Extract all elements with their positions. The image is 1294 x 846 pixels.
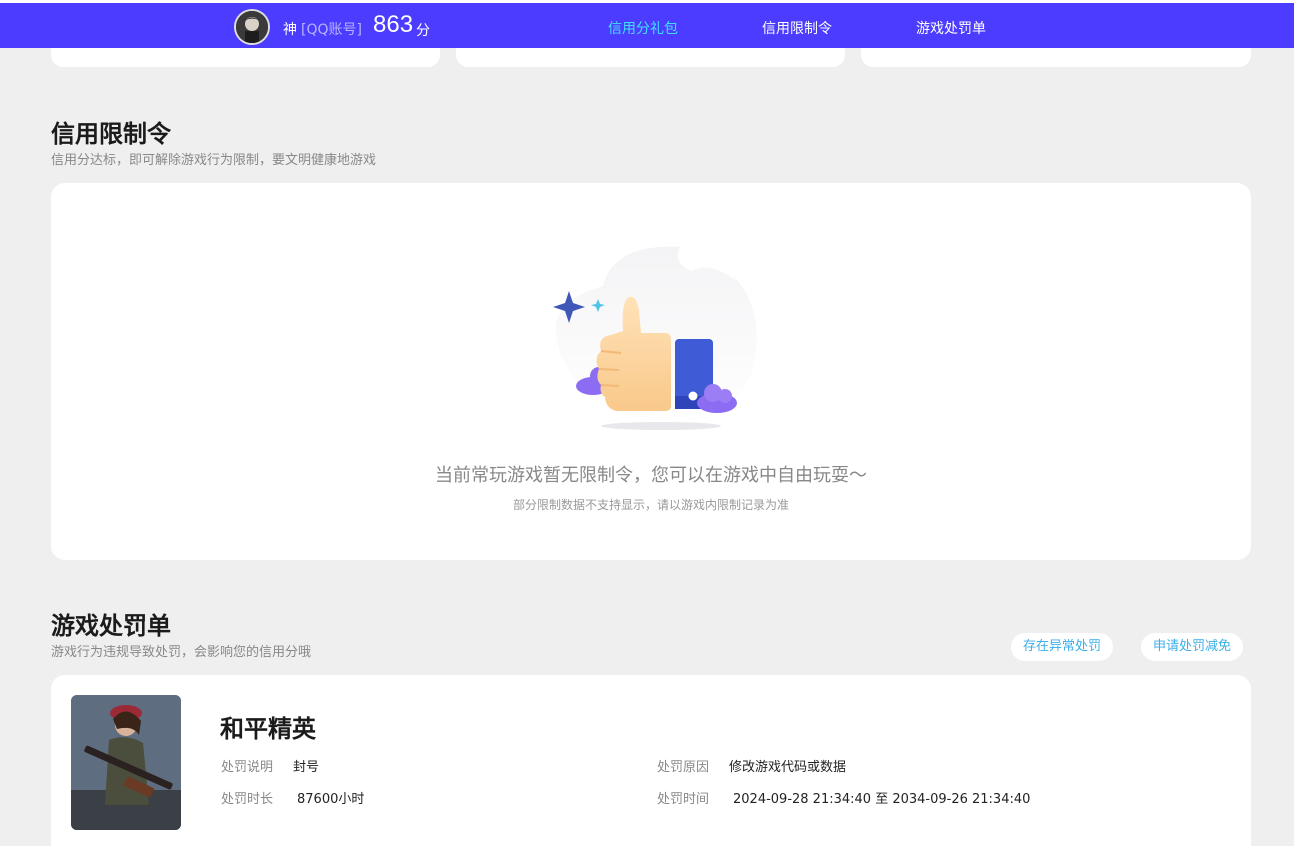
restriction-empty-card: 当前常玩游戏暂无限制令，您可以在游戏中自由玩耍～ 部分限制数据不支持显示，请以游… [51, 183, 1251, 560]
empty-state-note: 部分限制数据不支持显示，请以游戏内限制记录为准 [512, 498, 789, 512]
penalty-section-title: 游戏处罚单 [51, 612, 171, 640]
restriction-section-title: 信用限制令 [51, 120, 171, 148]
game-cover-image [71, 695, 181, 830]
tab-game-penalty[interactable]: 游戏处罚单 [916, 18, 986, 38]
penalty-duration-label: 处罚时长 [221, 792, 274, 807]
thumbs-up-icon [553, 246, 757, 430]
game-name: 和平精英 [220, 715, 316, 743]
gift-card-2[interactable] [456, 48, 845, 67]
top-nav-bar: 神 [QQ账号] 863 分 信用分礼包 信用限制令 游戏处罚单 [0, 0, 1294, 51]
penalty-reason-label: 处罚原因 [657, 760, 710, 775]
penalty-time-label: 处罚时间 [657, 792, 710, 807]
credit-score-unit: 分 [416, 23, 430, 39]
restriction-section-subtitle: 信用分达标，即可解除游戏行为限制，要文明健康地游戏 [51, 153, 377, 168]
empty-state-message: 当前常玩游戏暂无限制令，您可以在游戏中自由玩耍～ [435, 465, 867, 486]
credit-score: 863 [373, 11, 414, 38]
tab-credit-restriction[interactable]: 信用限制令 [762, 18, 832, 38]
penalty-section-subtitle: 游戏行为违规导致处罚，会影响您的信用分哦 [51, 645, 312, 660]
penalty-desc-value: 封号 [293, 760, 320, 775]
tab-credit-gift[interactable]: 信用分礼包 [608, 18, 678, 38]
account-type-tag: [QQ账号] [301, 22, 362, 38]
penalty-duration-value: 87600小时 [297, 792, 365, 807]
penalty-desc-label: 处罚说明 [221, 760, 274, 775]
user-name: 神 [283, 22, 297, 38]
appeal-penalty-button[interactable]: 申请处罚减免 [1141, 633, 1244, 661]
gift-card-3[interactable] [861, 48, 1251, 67]
penalty-time-value: 2024-09-28 21:34:40 至 2034-09-26 21:34:4… [733, 792, 1031, 807]
avatar-image-icon [236, 11, 268, 43]
user-avatar[interactable] [234, 9, 270, 45]
penalty-reason-value: 修改游戏代码或数据 [729, 760, 847, 775]
abnormal-penalty-button[interactable]: 存在异常处罚 [1011, 633, 1114, 661]
gift-card-1[interactable] [51, 48, 440, 67]
game-character-icon [71, 695, 181, 830]
penalty-record-card[interactable]: 和平精英 处罚说明 封号 处罚时长 87600小时 处罚原因 修改游戏代码或数据… [51, 675, 1251, 846]
